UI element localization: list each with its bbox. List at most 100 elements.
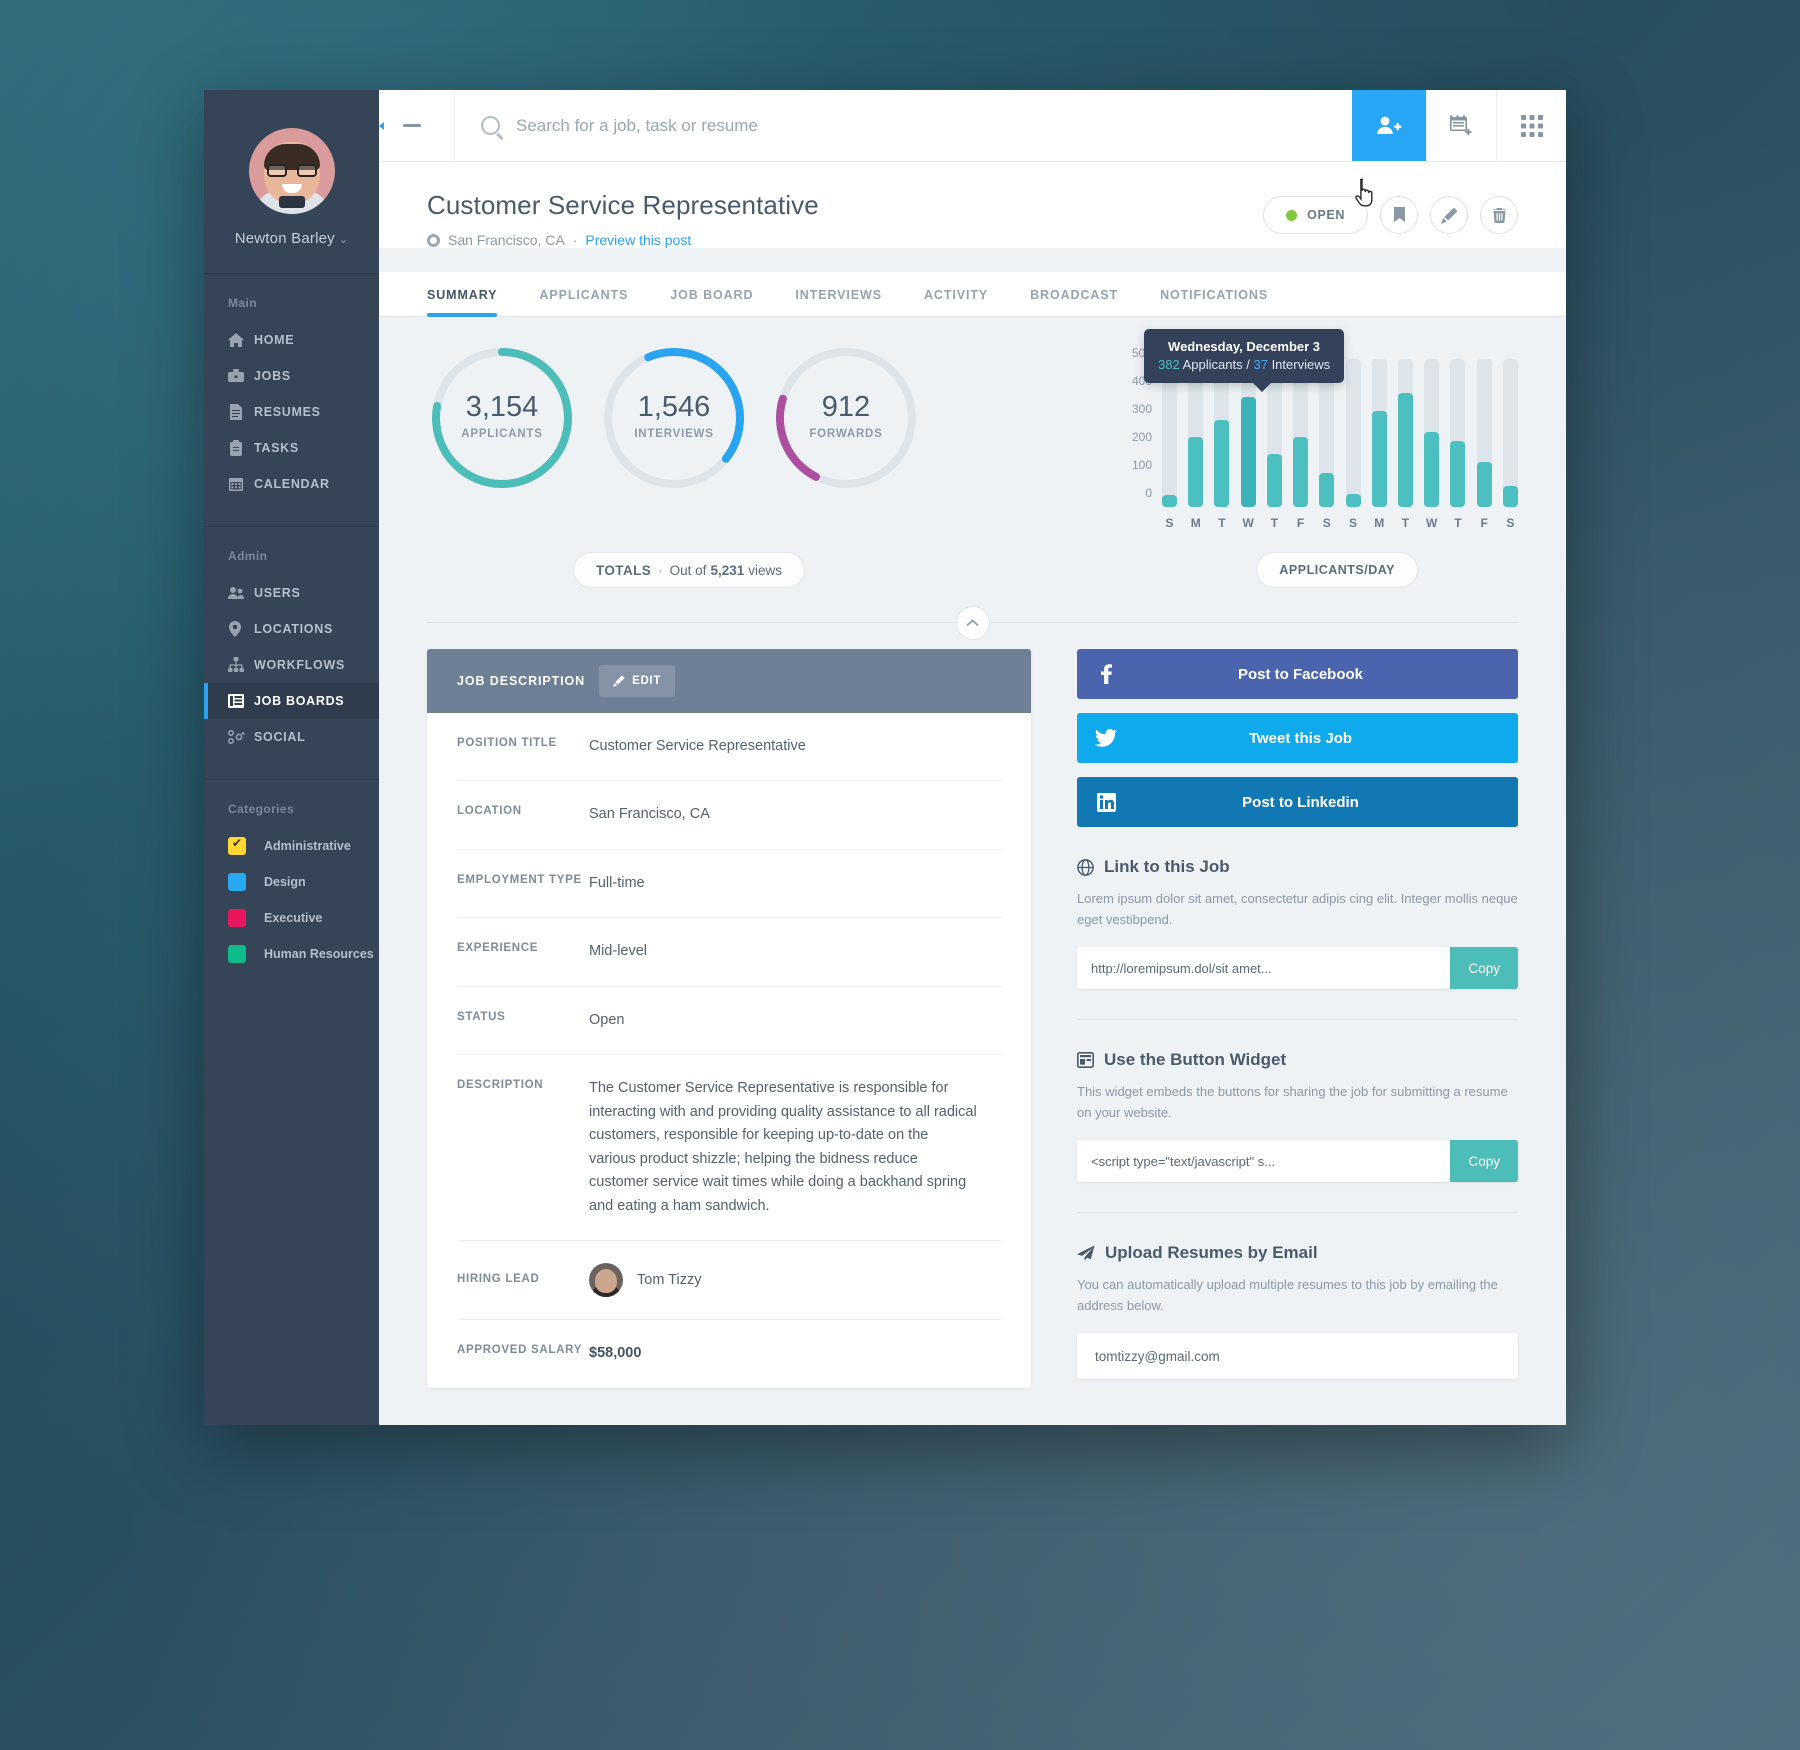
bookmark-button[interactable] bbox=[1380, 196, 1418, 234]
apps-grid-button[interactable] bbox=[1496, 90, 1566, 161]
chart-tooltip: Wednesday, December 3 382 Applicants / 3… bbox=[1144, 329, 1345, 392]
category-human-resources[interactable]: Human Resources bbox=[204, 936, 379, 972]
sidebar-item-users[interactable]: USERS bbox=[204, 575, 379, 611]
category-executive[interactable]: Executive bbox=[204, 900, 379, 936]
category-checkbox[interactable] bbox=[228, 836, 246, 855]
edit-description-button[interactable]: EDIT bbox=[599, 665, 676, 697]
status-badge[interactable]: OPEN bbox=[1263, 196, 1368, 234]
sidebar-toggle-button[interactable] bbox=[379, 90, 455, 161]
donut-label: APPLICANTS bbox=[461, 428, 543, 440]
edit-button[interactable] bbox=[1430, 196, 1468, 234]
stats-row: 3,154 APPLICANTS 1,546 INTERVIEWS 912 FO… bbox=[427, 329, 1518, 530]
chart-bar[interactable] bbox=[1345, 359, 1361, 507]
totals-text-post: views bbox=[748, 562, 782, 578]
row-key: APPROVED SALARY bbox=[457, 1344, 583, 1357]
divider bbox=[1077, 1212, 1518, 1214]
tab-activity[interactable]: ACTIVITY bbox=[924, 272, 988, 316]
category-checkbox[interactable] bbox=[228, 945, 246, 963]
sidebar-item-workflows[interactable]: WORKFLOWS bbox=[204, 647, 379, 683]
totals-pill[interactable]: TOTALS · Out of 5,231 views bbox=[573, 552, 805, 588]
sidebar-item-jobs[interactable]: JOBS bbox=[204, 358, 379, 394]
tab-summary[interactable]: SUMMARY bbox=[427, 272, 498, 317]
category-checkbox[interactable] bbox=[228, 873, 246, 891]
chart-bar[interactable] bbox=[1397, 359, 1413, 507]
upload-email-field[interactable]: tomtizzy@gmail.com bbox=[1077, 1333, 1518, 1380]
top-bar bbox=[379, 90, 1566, 162]
search-input[interactable] bbox=[516, 115, 1326, 136]
collapse-stats-button[interactable] bbox=[955, 605, 990, 640]
delete-button[interactable] bbox=[1480, 196, 1518, 234]
chart-bar-fill bbox=[1476, 462, 1492, 507]
copy-link-button[interactable]: Copy bbox=[1450, 947, 1518, 990]
tab-applicants[interactable]: APPLICANTS bbox=[539, 272, 628, 316]
pencil-icon bbox=[613, 675, 625, 687]
linkedin-icon bbox=[1077, 792, 1135, 812]
post-to-facebook-button[interactable]: Post to Facebook bbox=[1077, 649, 1518, 699]
chart-bar-fill bbox=[1162, 494, 1177, 507]
new-post-button[interactable] bbox=[1426, 90, 1496, 161]
section-description: Lorem ipsum dolor sit amet, consectetur … bbox=[1077, 891, 1518, 928]
chart-x-tick: F bbox=[1480, 516, 1488, 530]
category-administrative[interactable]: Administrative bbox=[204, 828, 379, 864]
category-checkbox[interactable] bbox=[228, 909, 246, 927]
category-label: Administrative bbox=[264, 839, 351, 853]
status-dot-icon bbox=[1286, 209, 1298, 221]
tab-notifications[interactable]: NOTIFICATIONS bbox=[1160, 272, 1268, 316]
table-row: POSITION TITLE Customer Service Represen… bbox=[457, 713, 1001, 782]
tweet-this-job-button[interactable]: Tweet this Job bbox=[1077, 713, 1518, 763]
chart-bar-fill bbox=[1293, 436, 1309, 507]
sidebar-item-job-boards[interactable]: JOB BOARDS bbox=[204, 683, 379, 719]
copy-script-button[interactable]: Copy bbox=[1450, 1140, 1518, 1183]
sitemap-icon bbox=[228, 657, 254, 673]
chart-x-tick: S bbox=[1322, 516, 1331, 530]
sidebar-item-resumes[interactable]: RESUMES bbox=[204, 394, 379, 430]
chart-x-axis: SMTWTFSSMTWTFS bbox=[1118, 516, 1518, 530]
job-link-field[interactable]: http://loremipsum.dol/sit amet... Copy bbox=[1077, 947, 1518, 990]
status-label: OPEN bbox=[1307, 208, 1345, 222]
chart-x-tick: S bbox=[1506, 516, 1515, 530]
add-user-button[interactable] bbox=[1352, 90, 1426, 161]
button-label: Post to Facebook bbox=[1237, 665, 1364, 683]
table-row: DESCRIPTION The Customer Service Represe… bbox=[457, 1055, 1001, 1242]
totals-text-pre: Out of bbox=[669, 562, 707, 578]
post-to-linkedin-button[interactable]: Post to Linkedin bbox=[1077, 777, 1518, 827]
chart-bar[interactable] bbox=[1502, 359, 1518, 507]
chart-bar[interactable] bbox=[1371, 359, 1387, 507]
main-area: Customer Service Representative San Fran… bbox=[379, 90, 1566, 1425]
tab-interviews[interactable]: INTERVIEWS bbox=[795, 272, 882, 316]
chart-bar[interactable] bbox=[1476, 359, 1492, 507]
page-location: San Francisco, CA bbox=[448, 232, 565, 248]
chart-bar-fill bbox=[1397, 393, 1413, 507]
preview-post-link[interactable]: Preview this post bbox=[585, 232, 691, 248]
tab-job-board[interactable]: JOB BOARD bbox=[670, 272, 753, 316]
sidebar-item-locations[interactable]: LOCATIONS bbox=[204, 611, 379, 647]
search-icon bbox=[481, 116, 500, 135]
category-label: Executive bbox=[264, 911, 323, 925]
sidebar-item-home[interactable]: HOME bbox=[204, 322, 379, 358]
search-bar[interactable] bbox=[455, 90, 1352, 161]
sidebar-item-label: JOBS bbox=[254, 369, 291, 383]
hiring-lead-name: Tom Tizzy bbox=[637, 1271, 702, 1288]
widget-script-field[interactable]: <script type="text/javascript" s... Copy bbox=[1077, 1140, 1518, 1183]
applicants-per-day-pill[interactable]: APPLICANTS/DAY bbox=[1256, 552, 1418, 588]
donut-value: 3,154 bbox=[465, 391, 539, 423]
sidebar-item-calendar[interactable]: CALENDAR bbox=[204, 466, 379, 502]
category-design[interactable]: Design bbox=[204, 864, 379, 900]
widget-script-value[interactable]: <script type="text/javascript" s... bbox=[1077, 1140, 1451, 1183]
sidebar-item-social[interactable]: SOCIAL bbox=[204, 719, 379, 755]
tab-broadcast[interactable]: BROADCAST bbox=[1030, 272, 1118, 316]
section-divider bbox=[427, 605, 1518, 640]
chart-bar-fill bbox=[1240, 396, 1256, 507]
chart-bar[interactable] bbox=[1424, 359, 1440, 507]
chart-bar[interactable] bbox=[1450, 359, 1466, 507]
row-value: $58,000 bbox=[589, 1345, 642, 1362]
tooltip-divider: / bbox=[1246, 357, 1250, 372]
donut-interviews: 1,546 INTERVIEWS bbox=[599, 343, 749, 493]
content-area: 3,154 APPLICANTS 1,546 INTERVIEWS 912 FO… bbox=[379, 317, 1566, 1425]
job-link-value[interactable]: http://loremipsum.dol/sit amet... bbox=[1077, 947, 1451, 990]
sidebar-item-tasks[interactable]: TASKS bbox=[204, 430, 379, 466]
home-icon bbox=[228, 332, 254, 348]
share-icon bbox=[228, 729, 254, 745]
sidebar-profile[interactable]: Newton Barley ⌄ bbox=[204, 90, 379, 273]
nav-group-title: Main bbox=[228, 296, 257, 310]
